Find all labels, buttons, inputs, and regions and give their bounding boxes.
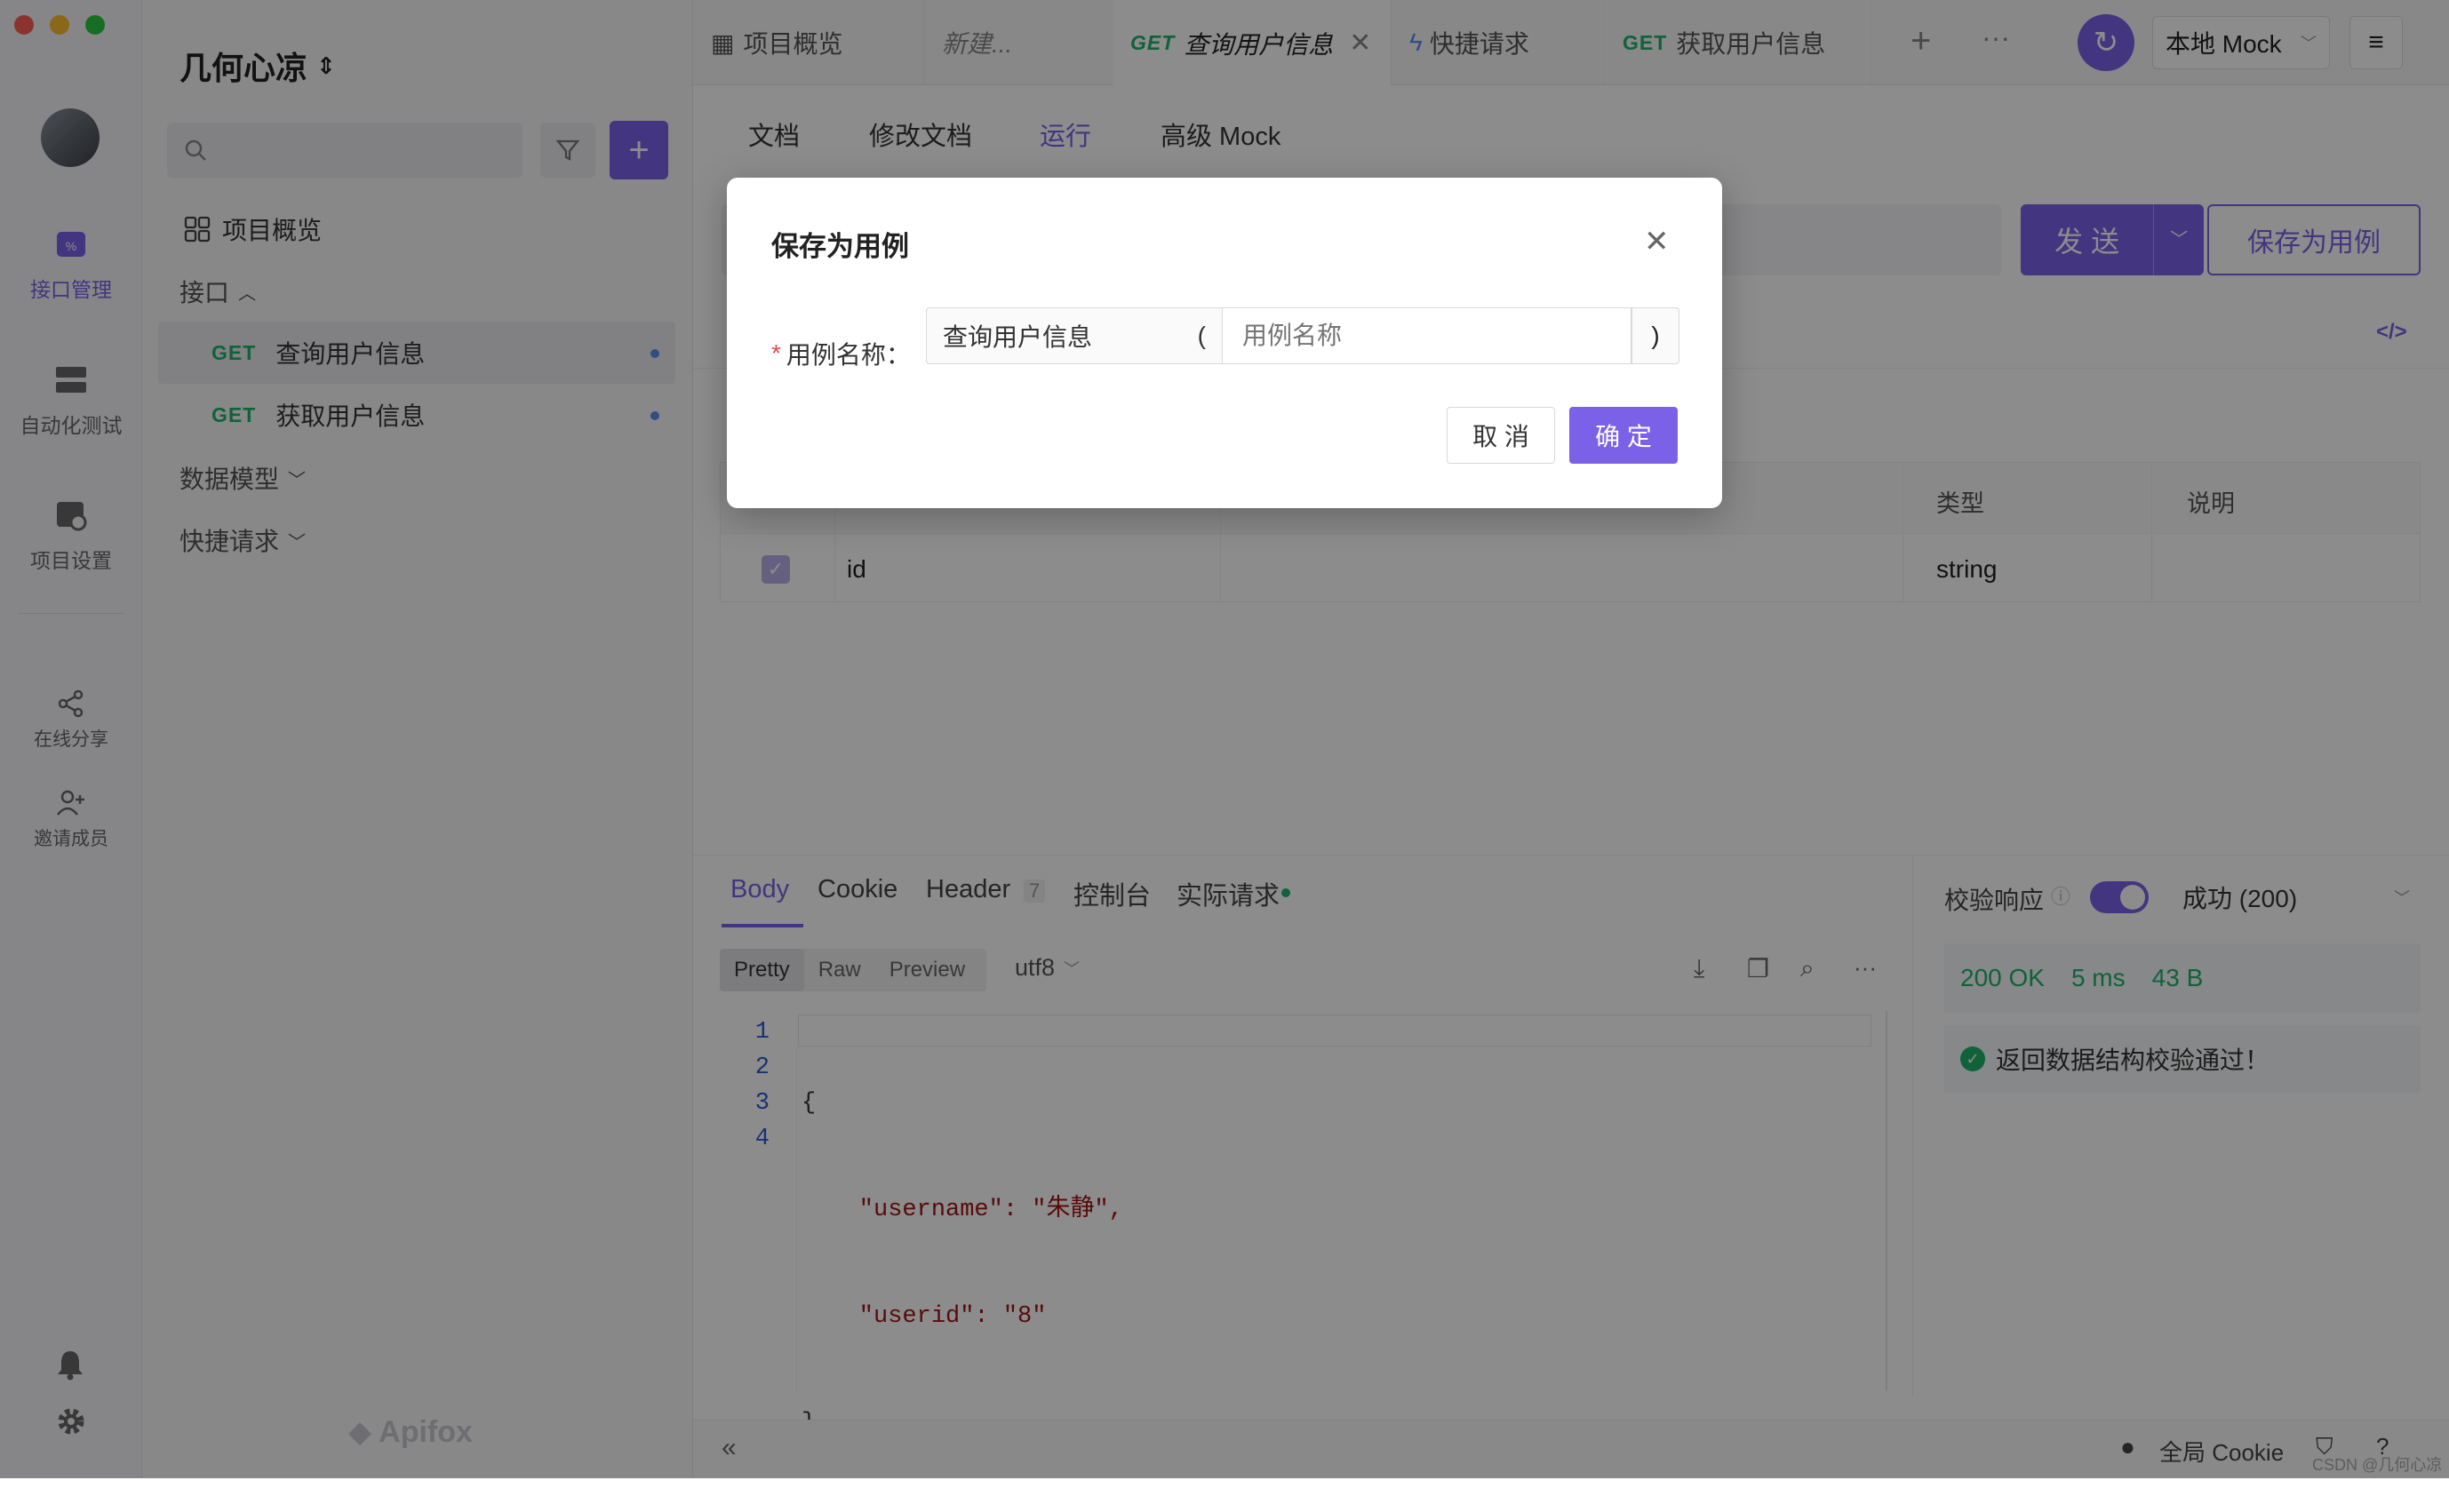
cancel-button[interactable]: 取 消 [1447, 407, 1555, 464]
required-mark: * [771, 339, 781, 367]
save-case-dialog: 保存为用例 ✕ * 用例名称： 查询用户信息 ( ) 取 消 确 定 [727, 178, 1722, 508]
confirm-label: 确 定 [1595, 423, 1652, 450]
field-label-text: 用例名称： [786, 341, 911, 369]
dialog-title: 保存为用例 [771, 231, 909, 262]
field-label: * 用例名称： [771, 336, 911, 371]
case-prefix-value: 查询用户信息 [943, 323, 1093, 351]
confirm-button[interactable]: 确 定 [1569, 407, 1678, 464]
case-name-input[interactable] [1223, 307, 1631, 364]
case-prefix-field: 查询用户信息 ( [926, 307, 1223, 364]
close-paren: ) [1651, 322, 1660, 349]
case-suffix-field: ) [1631, 307, 1679, 364]
open-paren: ( [1197, 322, 1206, 349]
cancel-label: 取 消 [1472, 423, 1529, 450]
close-icon[interactable]: ✕ [1644, 224, 1670, 259]
